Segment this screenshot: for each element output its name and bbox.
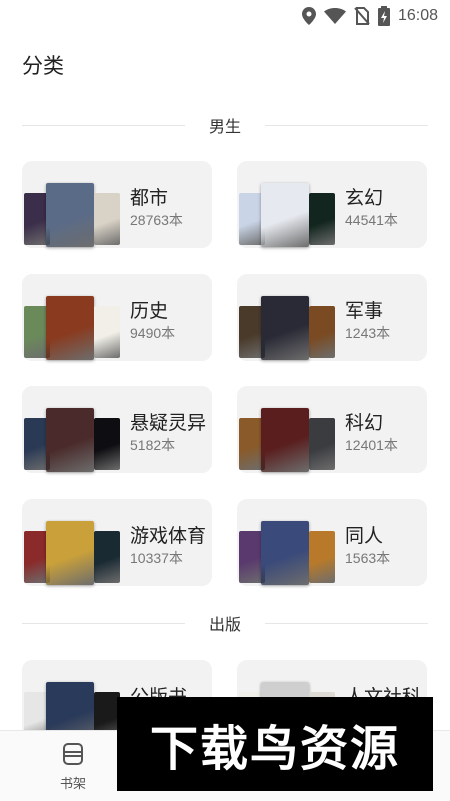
book-cover-image xyxy=(261,183,309,247)
book-cover-stack xyxy=(237,400,335,472)
no-sim-icon xyxy=(354,7,370,25)
book-cover-stack xyxy=(22,288,120,360)
category-card[interactable]: 玄幻 44541本 xyxy=(237,161,427,248)
book-cover-image xyxy=(309,306,335,358)
bookshelf-icon xyxy=(63,743,83,765)
book-cover-image xyxy=(309,531,335,583)
divider xyxy=(22,622,185,624)
category-card[interactable]: 同人 1563本 xyxy=(237,499,427,586)
category-name: 科幻 xyxy=(345,412,384,434)
divider xyxy=(265,124,429,126)
category-card[interactable]: 军事 1243本 xyxy=(237,274,427,361)
category-card[interactable]: 历史 9490本 xyxy=(22,274,212,361)
category-name: 军事 xyxy=(345,300,384,322)
category-book-count: 9490本 xyxy=(130,325,176,341)
section-header-male: 男生 xyxy=(22,113,429,137)
category-card[interactable]: 游戏体育 10337本 xyxy=(22,499,212,586)
book-cover-image xyxy=(309,418,335,470)
category-book-count: 5182本 xyxy=(130,437,176,453)
book-cover-stack xyxy=(22,513,120,585)
book-cover-image xyxy=(46,408,94,472)
book-cover-image xyxy=(46,296,94,360)
book-cover-stack xyxy=(237,513,335,585)
category-card[interactable]: 都市 28763本 xyxy=(22,161,212,248)
book-cover-image xyxy=(46,521,94,585)
divider xyxy=(265,622,429,624)
book-cover-image xyxy=(261,521,309,585)
book-cover-stack xyxy=(237,175,335,247)
book-cover-stack xyxy=(22,175,120,247)
watermark-banner: 下载鸟资源 xyxy=(117,697,433,791)
book-cover-stack xyxy=(22,400,120,472)
category-name: 悬疑灵异 xyxy=(130,412,207,434)
category-name: 历史 xyxy=(130,300,169,322)
book-cover-image xyxy=(94,193,120,245)
category-book-count: 12401本 xyxy=(345,437,398,453)
book-cover-image xyxy=(261,296,309,360)
section-label: 出版 xyxy=(209,615,242,634)
category-card[interactable]: 悬疑灵异 5182本 xyxy=(22,386,212,473)
category-book-count: 10337本 xyxy=(130,550,183,566)
status-time: 16:08 xyxy=(397,7,438,24)
page-title: 分类 xyxy=(22,54,64,78)
section-header-publish: 出版 xyxy=(22,611,429,635)
book-cover-image xyxy=(94,531,120,583)
section-label: 男生 xyxy=(209,117,242,136)
category-book-count: 1243本 xyxy=(345,325,391,341)
book-cover-image xyxy=(261,408,309,472)
wifi-icon xyxy=(323,8,346,24)
battery-icon xyxy=(377,6,390,26)
book-cover-image xyxy=(94,306,120,358)
divider xyxy=(22,124,185,126)
location-icon xyxy=(301,7,316,25)
category-name: 游戏体育 xyxy=(130,525,207,547)
book-cover-image xyxy=(94,418,120,470)
book-cover-stack xyxy=(237,288,335,360)
category-card[interactable]: 科幻 12401本 xyxy=(237,386,427,473)
status-bar: 16:08 xyxy=(0,0,450,32)
category-name: 同人 xyxy=(345,525,384,547)
nav-item-bookshelf[interactable]: 书架 xyxy=(38,741,108,792)
book-cover-image xyxy=(46,183,94,247)
category-book-count: 28763本 xyxy=(130,212,183,228)
category-book-count: 1563本 xyxy=(345,550,391,566)
nav-label-bookshelf: 书架 xyxy=(59,777,86,792)
category-name: 玄幻 xyxy=(345,187,384,209)
category-name: 都市 xyxy=(130,187,169,209)
book-cover-image xyxy=(309,193,335,245)
category-book-count: 44541本 xyxy=(345,212,398,228)
